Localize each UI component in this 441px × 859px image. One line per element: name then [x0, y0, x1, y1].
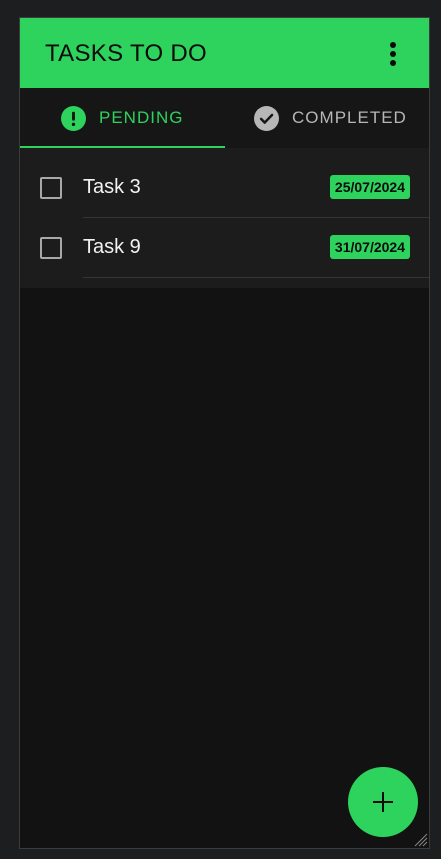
- list-item[interactable]: Task 9 31/07/2024: [20, 218, 429, 278]
- tab-completed-label: COMPLETED: [292, 108, 407, 127]
- add-task-button[interactable]: [348, 767, 418, 837]
- task-name: Task 3: [83, 176, 141, 198]
- task-checkbox[interactable]: [40, 177, 62, 199]
- task-name: Task 9: [83, 236, 141, 258]
- tab-bar: PENDING COMPLETED: [20, 88, 429, 148]
- tab-pending[interactable]: PENDING: [20, 88, 225, 148]
- app-bar: TASKS TO DO: [20, 18, 429, 88]
- date-badge: 31/07/2024: [329, 235, 410, 259]
- tab-completed[interactable]: COMPLETED: [224, 88, 429, 148]
- date-badge: 25/07/2024: [329, 175, 410, 199]
- divider: [83, 277, 429, 278]
- task-list: Task 3 25/07/2024 Task 9 31/07/2024: [20, 148, 429, 288]
- resize-handle[interactable]: [412, 831, 428, 847]
- more-vertical-icon: [390, 42, 396, 66]
- list-item[interactable]: Task 3 25/07/2024: [20, 158, 429, 218]
- app-window: TASKS TO DO PENDING COMPLETED Task 3 25/…: [19, 17, 430, 849]
- task-checkbox[interactable]: [40, 237, 62, 259]
- alert-circle-icon: [61, 105, 86, 131]
- tab-pending-label: PENDING: [99, 108, 184, 127]
- plus-icon: [373, 792, 393, 812]
- check-circle-icon: [254, 105, 280, 131]
- page-title: TASKS TO DO: [45, 40, 208, 67]
- more-menu-button[interactable]: [377, 38, 409, 70]
